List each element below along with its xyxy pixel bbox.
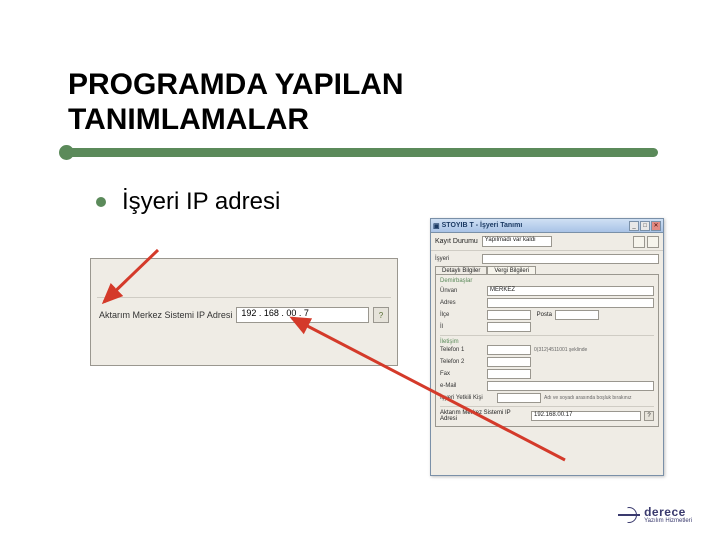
unvan-input[interactable]: MERKEZ: [487, 286, 654, 296]
record-status-label: Kayıt Durumu: [435, 238, 478, 245]
resp-hint: Adı ve soyadı arasında boşluk bırakınız: [544, 395, 632, 401]
slide-title: PROGRAMDA YAPILAN TANIMLAMALAR: [68, 68, 404, 137]
email-input[interactable]: [487, 381, 654, 391]
email-label: e-Mail: [440, 383, 484, 389]
resp-label: İşyeri Yetkili Kişi: [440, 395, 494, 401]
ip-field-input[interactable]: 192 . 168 . 00 . 7: [236, 307, 369, 323]
title-line-1: PROGRAMDA YAPILAN: [68, 68, 404, 101]
bullet-text: İşyeri IP adresi: [122, 188, 280, 216]
save-icon[interactable]: [633, 236, 645, 248]
dialog-title: STOYIB T - İşyeri Tanımı: [442, 222, 523, 229]
bullet-icon: [96, 197, 106, 207]
app-icon: ▣: [433, 222, 440, 230]
ilce-input[interactable]: [487, 310, 531, 320]
maximize-button[interactable]: □: [640, 221, 650, 231]
fax-label: Fax: [440, 371, 484, 377]
tel1-input[interactable]: [487, 345, 531, 355]
title-line-2: TANIMLAMALAR: [68, 103, 309, 136]
tab-detail[interactable]: Detaylı Bilgiler: [435, 266, 487, 274]
isyeri-label: İşyeri: [435, 256, 479, 262]
ip-zoom-panel: Aktarım Merkez Sistemi IP Adresi 192 . 1…: [90, 258, 398, 366]
tel1-label: Telefon 1: [440, 347, 484, 353]
dialog-ip-input[interactable]: 192.168.00.17: [531, 411, 641, 421]
dialog-ip-label: Aktarım Merkez Sistemi IP Adresi: [440, 410, 528, 422]
ilce-label: İlçe: [440, 312, 484, 318]
tel1-hint: 0(312)4511001 şeklinde: [534, 347, 587, 353]
adres-label: Adres: [440, 300, 484, 306]
derece-logo: derece Yazılım Hizmetleri: [618, 504, 692, 526]
tab-tax[interactable]: Vergi Bilgileri: [487, 266, 536, 274]
tel2-label: Telefon 2: [440, 359, 484, 365]
group-title: Demirbaşlar: [440, 278, 654, 284]
isyeri-dialog: ▣ STOYIB T - İşyeri Tanımı _ □ ✕ Kayıt D…: [430, 218, 664, 476]
logo-mark-icon: [618, 504, 640, 526]
unvan-label: Ünvan: [440, 288, 484, 294]
minimize-button[interactable]: _: [629, 221, 639, 231]
adres-input[interactable]: [487, 298, 654, 308]
section-divider-2: [440, 406, 654, 407]
tab-page: Demirbaşlar Ünvan MERKEZ Adres İlçe Post…: [435, 274, 659, 427]
ip-help-button[interactable]: ?: [373, 307, 389, 323]
bullet-item: İşyeri IP adresi: [96, 188, 280, 216]
resp-input[interactable]: [497, 393, 541, 403]
tel2-input[interactable]: [487, 357, 531, 367]
logo-name: derece: [644, 506, 692, 518]
posta-input[interactable]: [555, 310, 599, 320]
fax-input[interactable]: [487, 369, 531, 379]
title-underline: [68, 148, 658, 157]
record-status-value[interactable]: Yapılmadı var kaldı: [482, 236, 552, 247]
ip-field-label: Aktarım Merkez Sistemi IP Adresi: [99, 310, 232, 320]
isyeri-input[interactable]: [482, 254, 659, 264]
posta-label: Posta: [534, 312, 552, 318]
logo-sub: Yazılım Hizmetleri: [644, 518, 692, 524]
dialog-titlebar[interactable]: ▣ STOYIB T - İşyeri Tanımı _ □ ✕: [431, 219, 663, 233]
dialog-toolbar: Kayıt Durumu Yapılmadı var kaldı: [431, 233, 663, 251]
close-button[interactable]: ✕: [651, 221, 661, 231]
exit-icon[interactable]: [647, 236, 659, 248]
dialog-ip-help-button[interactable]: ?: [644, 411, 654, 421]
il-label: İl: [440, 324, 484, 330]
il-input[interactable]: [487, 322, 531, 332]
section-divider: [440, 335, 654, 336]
